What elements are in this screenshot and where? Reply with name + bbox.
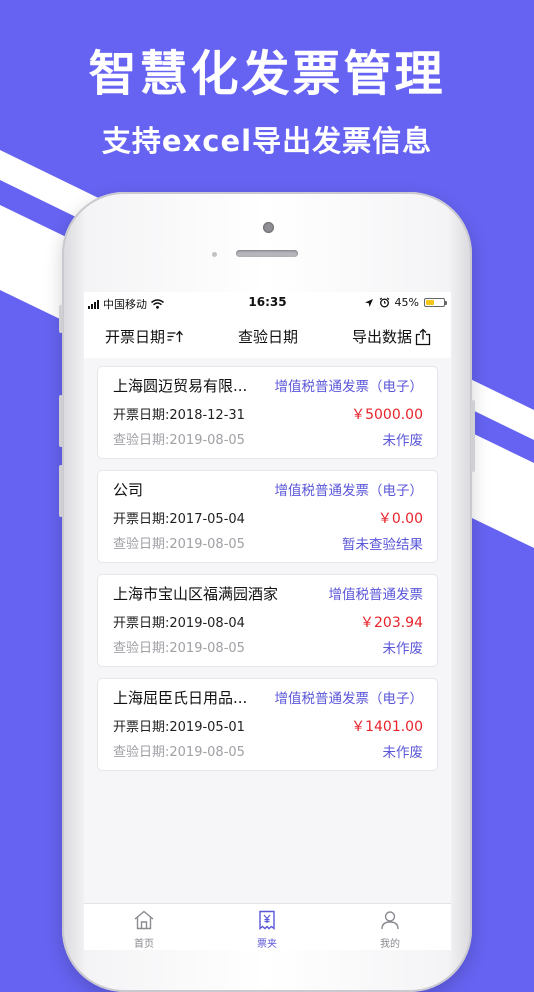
invoice-list: 上海圆迈贸易有限... 增值税普通发票（电子） 开票日期:2018-12-31 … [97, 366, 438, 782]
front-camera [263, 222, 274, 233]
invoice-amount: ￥203.94 [360, 615, 423, 631]
invoice-type: 增值税普通发票 [328, 587, 424, 603]
check-date-sort-label: 查验日期 [238, 328, 299, 346]
invoice-company: 上海市宝山区福满园酒家 [113, 585, 279, 603]
invoice-company: 上海圆迈贸易有限... [113, 377, 248, 395]
volume-down-button [59, 465, 63, 517]
invoice-card[interactable]: 上海市宝山区福满园酒家 增值税普通发票 开票日期:2019-08-04 ￥203… [97, 574, 438, 667]
issue-date-sort-label: 开票日期 [105, 328, 166, 346]
export-data-button[interactable]: 导出数据 [352, 326, 432, 347]
home-icon [134, 910, 154, 930]
invoice-issue-date: 开票日期:2017-05-04 [113, 512, 245, 527]
status-bar: 中国移动 16:35 45% [84, 292, 451, 314]
tab-mine-label: 我的 [380, 939, 400, 950]
phone-screen: 中国移动 16:35 45% 开票日期 查验日期 导出数据 上海圆迈贸易有限..… [84, 292, 451, 950]
battery-percentage: 45% [394, 296, 419, 309]
invoice-card[interactable]: 公司 增值税普通发票（电子） 开票日期:2017-05-04 ￥0.00 查验日… [97, 470, 438, 563]
invoice-status: 未作废 [382, 641, 424, 657]
invoice-type: 增值税普通发票（电子） [274, 483, 424, 499]
power-button [471, 400, 475, 472]
export-data-label: 导出数据 [352, 328, 413, 346]
invoice-card[interactable]: 上海圆迈贸易有限... 增值税普通发票（电子） 开票日期:2018-12-31 … [97, 366, 438, 459]
earpiece-speaker [236, 250, 298, 257]
invoice-issue-date: 开票日期:2019-08-04 [113, 616, 245, 631]
location-arrow-icon [364, 298, 373, 307]
invoice-card[interactable]: 上海屈臣氏日用品... 增值税普通发票（电子） 开票日期:2019-05-01 … [97, 678, 438, 771]
invoice-type: 增值税普通发票（电子） [274, 379, 424, 395]
issue-date-sort-button[interactable]: 开票日期 [105, 326, 184, 347]
invoice-issue-date: 开票日期:2019-05-01 [113, 720, 245, 735]
invoice-check-date: 查验日期:2019-08-05 [113, 641, 245, 656]
invoice-company: 上海屈臣氏日用品... [113, 689, 248, 707]
invoice-amount: ￥5000.00 [351, 407, 423, 423]
invoice-check-date: 查验日期:2019-08-05 [113, 537, 245, 552]
list-toolbar: 开票日期 查验日期 导出数据 [84, 314, 451, 358]
share-export-icon [415, 328, 431, 345]
proximity-sensor [212, 252, 217, 257]
invoice-check-date: 查验日期:2019-08-05 [113, 433, 245, 448]
invoice-status: 未作废 [382, 745, 424, 761]
invoice-company: 公司 [113, 481, 144, 499]
invoice-amount: ￥1401.00 [351, 719, 423, 735]
tab-invoices[interactable]: 票夹 [227, 910, 307, 950]
invoice-type: 增值税普通发票（电子） [274, 691, 424, 707]
tab-invoices-label: 票夹 [257, 939, 277, 950]
volume-up-button [59, 395, 63, 447]
tab-home-label: 首页 [134, 939, 154, 950]
invoice-check-date: 查验日期:2019-08-05 [113, 745, 245, 760]
invoice-amount: ￥0.00 [377, 511, 423, 527]
invoice-receipt-icon [259, 910, 275, 930]
mute-switch [59, 305, 63, 333]
bottom-tab-bar: 首页 票夹 我的 [84, 903, 451, 950]
promo-headline: 智慧化发票管理 [88, 46, 446, 102]
invoice-status: 暂未查验结果 [342, 537, 423, 553]
alarm-clock-icon [379, 297, 389, 308]
promo-subline: 支持excel导出发票信息 [101, 124, 433, 158]
tab-home[interactable]: 首页 [104, 910, 184, 950]
battery-icon [424, 298, 447, 307]
sort-order-icon [167, 330, 184, 342]
user-profile-icon [381, 911, 399, 930]
invoice-issue-date: 开票日期:2018-12-31 [113, 408, 245, 423]
tab-mine[interactable]: 我的 [350, 910, 430, 950]
check-date-sort-button[interactable]: 查验日期 [238, 326, 298, 347]
invoice-status: 未作废 [382, 433, 424, 449]
